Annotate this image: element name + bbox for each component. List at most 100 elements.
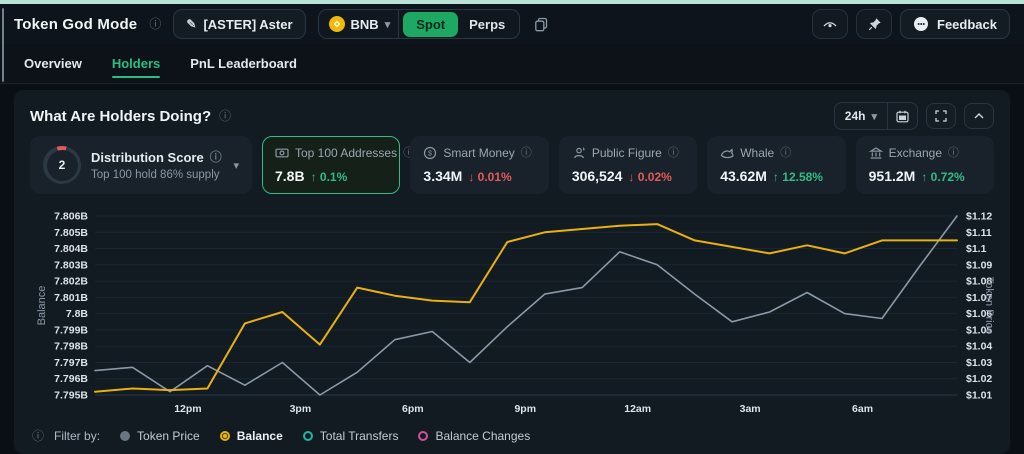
calendar-button[interactable]: [887, 103, 917, 129]
section-tabs: Overview Holders PnL Leaderboard: [0, 44, 1024, 84]
tab-holders[interactable]: Holders: [112, 44, 160, 83]
svg-text:7.801B: 7.801B: [54, 292, 88, 304]
change-arrow: ↑: [311, 170, 317, 184]
svg-text:7.806B: 7.806B: [54, 211, 88, 223]
topbar-actions: Feedback: [812, 9, 1010, 39]
stat-card-whale[interactable]: Whale ⓘ 43.62M ↑ 12.58%: [707, 136, 845, 194]
stat-card-public-figure[interactable]: Public Figure ⓘ 306,524 ↓ 0.02%: [559, 136, 697, 194]
svg-text:7.799B: 7.799B: [54, 324, 88, 336]
legend-balance[interactable]: Balance: [220, 429, 283, 443]
info-icon[interactable]: ⓘ: [780, 148, 791, 159]
chain-select[interactable]: BNB ▾: [329, 16, 399, 32]
token-price-dot-icon: [120, 431, 130, 441]
info-icon[interactable]: ⓘ: [149, 18, 161, 30]
divider: [398, 10, 399, 38]
stat-value: 3.34M: [423, 168, 462, 184]
svg-text:12am: 12am: [624, 403, 651, 415]
pin-button[interactable]: [856, 9, 892, 39]
filter-label: Filter by:: [54, 429, 100, 443]
change-arrow: ↑: [921, 170, 927, 184]
distribution-subtitle: Top 100 hold 86% supply: [91, 169, 223, 181]
stat-label: Whale: [740, 146, 774, 160]
svg-text:$1.03: $1.03: [966, 357, 992, 369]
svg-text:3am: 3am: [740, 403, 761, 415]
panel-header: What Are Holders Doing? ⓘ 24h ▾: [30, 100, 994, 132]
svg-text:$: $: [428, 151, 432, 158]
feedback-button[interactable]: Feedback: [900, 9, 1010, 39]
panel-title: What Are Holders Doing?: [30, 108, 211, 125]
chevron-down-icon: ▾: [871, 110, 877, 123]
chain-label: BNB: [351, 17, 379, 32]
info-icon[interactable]: ⓘ: [210, 151, 222, 163]
total-transfers-dot-icon: [303, 431, 313, 441]
fullscreen-button[interactable]: [926, 103, 956, 129]
svg-text:7.795B: 7.795B: [54, 390, 88, 402]
svg-text:7.797B: 7.797B: [54, 357, 88, 369]
info-icon[interactable]: ⓘ: [32, 430, 44, 442]
svg-text:12pm: 12pm: [174, 403, 201, 415]
info-icon[interactable]: ⓘ: [521, 148, 532, 159]
svg-text:7.803B: 7.803B: [54, 259, 88, 271]
balance-changes-dot-icon: [418, 431, 428, 441]
info-icon[interactable]: ⓘ: [668, 148, 679, 159]
stat-card-exchange[interactable]: Exchange ⓘ 951.2M ↑ 0.72%: [856, 136, 994, 194]
change-value: 12.58%: [782, 170, 823, 184]
copy-icon[interactable]: [534, 17, 549, 32]
distribution-score-card[interactable]: 2 Distribution Score ⓘ Top 100 hold 86% …: [30, 136, 252, 194]
watchlist-button[interactable]: [812, 9, 848, 39]
topbar: Token God Mode ⓘ ✎ [ASTER] Aster BNB ▾ S…: [0, 4, 1024, 44]
score-gauge: 2: [43, 146, 81, 184]
collapse-button[interactable]: [964, 103, 994, 129]
stat-value: 951.2M: [869, 168, 916, 184]
change-value: 0.1%: [320, 170, 347, 184]
svg-text:6pm: 6pm: [402, 403, 424, 415]
svg-text:Balance: Balance: [36, 286, 48, 326]
change-value: 0.72%: [931, 170, 965, 184]
filter-bar: ⓘ Filter by: Token Price Balance Total T…: [30, 429, 994, 449]
chart-controls: 24h ▾: [834, 102, 994, 130]
svg-text:6am: 6am: [852, 403, 873, 415]
chevron-down-icon: ▾: [233, 159, 239, 172]
svg-text:$1.1: $1.1: [966, 243, 987, 255]
info-icon[interactable]: ⓘ: [948, 148, 959, 159]
feedback-label: Feedback: [937, 17, 997, 32]
svg-text:7.798B: 7.798B: [54, 341, 88, 353]
change-value: 0.01%: [478, 170, 512, 184]
banknote-icon: [275, 146, 289, 160]
bnb-coin-icon: [329, 16, 345, 32]
stat-card-smart-money[interactable]: $ Smart Money ⓘ 3.34M ↓ 0.01%: [410, 136, 548, 194]
smart-money-icon: $: [423, 146, 437, 160]
score-value: 2: [47, 150, 78, 181]
svg-text:$1.09: $1.09: [966, 259, 992, 271]
perps-tab[interactable]: Perps: [458, 17, 516, 32]
calendar-icon: [896, 110, 909, 123]
tab-pnl-leaderboard[interactable]: PnL Leaderboard: [190, 44, 297, 83]
time-range-value: 24h: [845, 109, 866, 123]
holders-chart[interactable]: 7.806B$1.127.805B$1.117.804B$1.17.803B$1…: [30, 200, 994, 424]
holders-panel: What Are Holders Doing? ⓘ 24h ▾: [14, 90, 1010, 454]
stat-card-top100[interactable]: Top 100 Addresses ⓘ 7.8B ↑ 0.1%: [262, 136, 400, 194]
stat-label: Exchange: [889, 146, 942, 160]
svg-text:$1.01: $1.01: [966, 390, 992, 402]
info-icon[interactable]: ⓘ: [219, 110, 231, 122]
chevron-down-icon: ▾: [385, 18, 391, 31]
legend-balance-changes[interactable]: Balance Changes: [418, 429, 530, 443]
spot-tab[interactable]: Spot: [403, 12, 458, 37]
expand-icon: [935, 110, 947, 122]
market-switcher: BNB ▾ Spot Perps: [318, 9, 521, 39]
svg-text:7.804B: 7.804B: [54, 243, 88, 255]
change-value: 0.02%: [638, 170, 672, 184]
tab-overview[interactable]: Overview: [24, 44, 82, 83]
stat-value: 306,524: [572, 168, 623, 184]
stat-label: Smart Money: [443, 146, 514, 160]
stat-label: Top 100 Addresses: [295, 146, 397, 160]
time-range-dropdown[interactable]: 24h ▾: [835, 109, 887, 123]
legend-token-price[interactable]: Token Price: [120, 429, 200, 443]
token-name: [ASTER] Aster: [203, 17, 292, 32]
svg-text:$1.02: $1.02: [966, 373, 992, 385]
legend-total-transfers[interactable]: Total Transfers: [303, 429, 399, 443]
svg-text:$1.04: $1.04: [966, 341, 992, 353]
distribution-title: Distribution Score: [91, 150, 204, 165]
token-select-button[interactable]: ✎ [ASTER] Aster: [173, 9, 305, 39]
pin-icon: [867, 17, 882, 32]
